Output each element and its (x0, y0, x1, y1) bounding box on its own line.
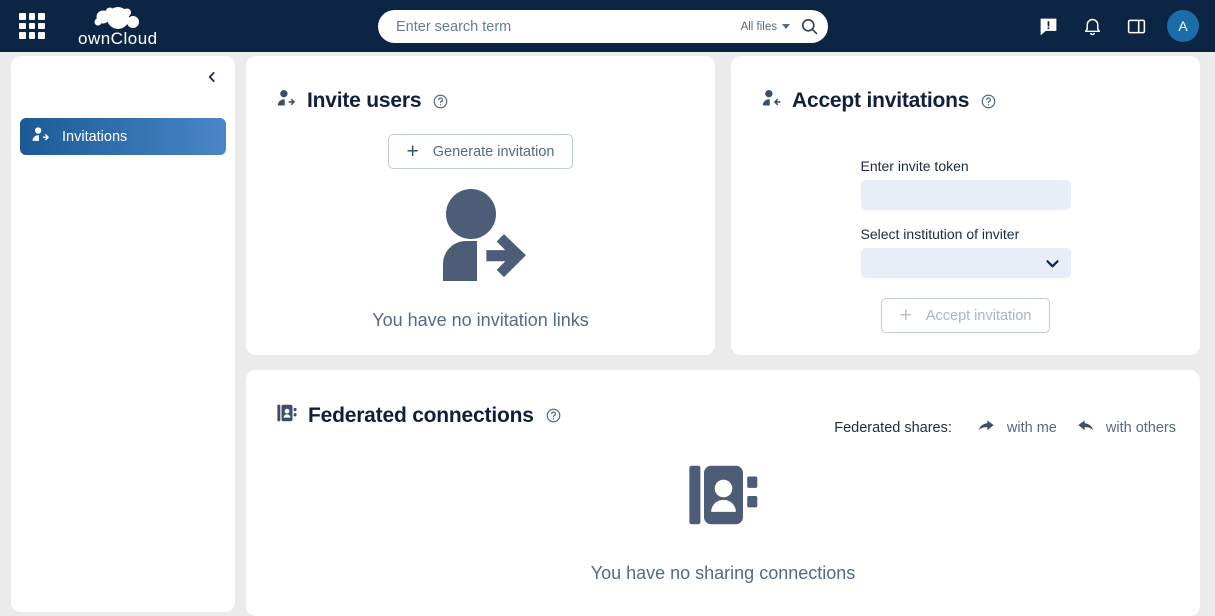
app-grid-cell (38, 23, 45, 30)
app-grid-cell (29, 13, 36, 20)
feedback-icon[interactable] (1031, 9, 1065, 43)
app-grid-cell (29, 23, 36, 30)
help-circle-icon[interactable] (546, 408, 561, 423)
generate-invitation-button[interactable]: + Generate invitation (388, 134, 574, 169)
user-with-arrow-right-illustration (427, 189, 535, 286)
user-invite-icon (31, 125, 50, 149)
arrow-curved-left-icon (1075, 416, 1096, 439)
search-input[interactable] (378, 19, 741, 35)
user-accept-icon (761, 88, 782, 114)
app-grid-cell (19, 32, 26, 39)
plus-icon: + (900, 305, 912, 326)
main-content: Invite users + Generate invitation (245, 56, 1204, 616)
institution-label: Select institution of inviter (861, 226, 1071, 242)
institution-select[interactable] (861, 248, 1071, 278)
shares-with-me-label: with me (1007, 420, 1057, 436)
federated-shares-filters: Federated shares: with me with others (834, 416, 1176, 439)
topbar-actions: A (1031, 0, 1199, 52)
section-title: Accept invitations (792, 89, 969, 113)
invite-token-input[interactable] (861, 180, 1071, 210)
bell-icon[interactable] (1075, 9, 1109, 43)
shares-with-me-toggle[interactable]: with me (976, 416, 1057, 439)
accept-invitations-header: Accept invitations (731, 56, 1200, 114)
address-book-illustration (681, 456, 766, 539)
chevron-down-icon (1044, 255, 1061, 272)
search-scope-dropdown[interactable]: All files (741, 21, 790, 33)
section-title: Federated connections (308, 404, 534, 428)
chevron-down-icon (782, 24, 790, 29)
accept-invitations-card: Accept invitations Enter invite token Se… (731, 56, 1200, 355)
owncloud-logo[interactable]: ownCloud (73, 6, 159, 46)
app-grid-cell (19, 13, 26, 20)
app-grid-cell (38, 32, 45, 39)
sidebar-nav: Invitations (20, 118, 226, 155)
app-grid-cell (38, 13, 45, 20)
invite-empty-text: You have no invitation links (372, 310, 588, 331)
search-submit-button[interactable] (790, 10, 828, 43)
invite-token-label: Enter invite token (861, 158, 1071, 174)
arrow-curved-right-icon (976, 416, 997, 439)
accept-invitations-form: Enter invite token Select institution of… (731, 158, 1200, 333)
shares-with-others-label: with others (1106, 420, 1176, 436)
top-bar: ownCloud All files (0, 0, 1215, 52)
federated-connections-card: Federated connections Federated shares: … (246, 370, 1200, 616)
plus-icon: + (407, 141, 419, 162)
help-circle-icon[interactable] (981, 94, 996, 109)
sidebar-collapse-button[interactable] (197, 62, 227, 92)
shares-with-others-toggle[interactable]: with others (1075, 416, 1176, 439)
federated-shares-label: Federated shares: (834, 420, 952, 436)
sidebar: Invitations (11, 56, 235, 612)
address-book-icon (276, 402, 298, 429)
search-bar[interactable]: All files (378, 10, 828, 43)
invite-users-card: Invite users + Generate invitation (246, 56, 715, 355)
sidebar-item-invitations[interactable]: Invitations (20, 118, 226, 155)
user-invite-icon (276, 88, 297, 114)
search-scope-label: All files (741, 21, 777, 33)
app-grid-cell (19, 23, 26, 30)
page-title: Invite users (307, 89, 421, 113)
sidebar-item-label: Invitations (62, 129, 127, 145)
invite-users-header: Invite users (246, 56, 715, 114)
federated-connections-body: You have no sharing connections (246, 456, 1200, 584)
app-grid-icon[interactable] (19, 13, 45, 39)
help-circle-icon[interactable] (433, 94, 448, 109)
app-grid-cell (29, 32, 36, 39)
svg-text:ownCloud: ownCloud (78, 29, 158, 48)
invite-users-body: + Generate invitation You have no invita… (246, 134, 715, 331)
accept-invitation-button[interactable]: + Accept invitation (881, 298, 1051, 333)
accept-invitation-label: Accept invitation (926, 308, 1032, 324)
avatar[interactable]: A (1167, 10, 1199, 42)
avatar-initial: A (1178, 18, 1187, 34)
generate-invitation-label: Generate invitation (433, 144, 555, 160)
right-sidebar-toggle-icon[interactable] (1119, 9, 1153, 43)
federated-empty-text: You have no sharing connections (591, 563, 856, 584)
